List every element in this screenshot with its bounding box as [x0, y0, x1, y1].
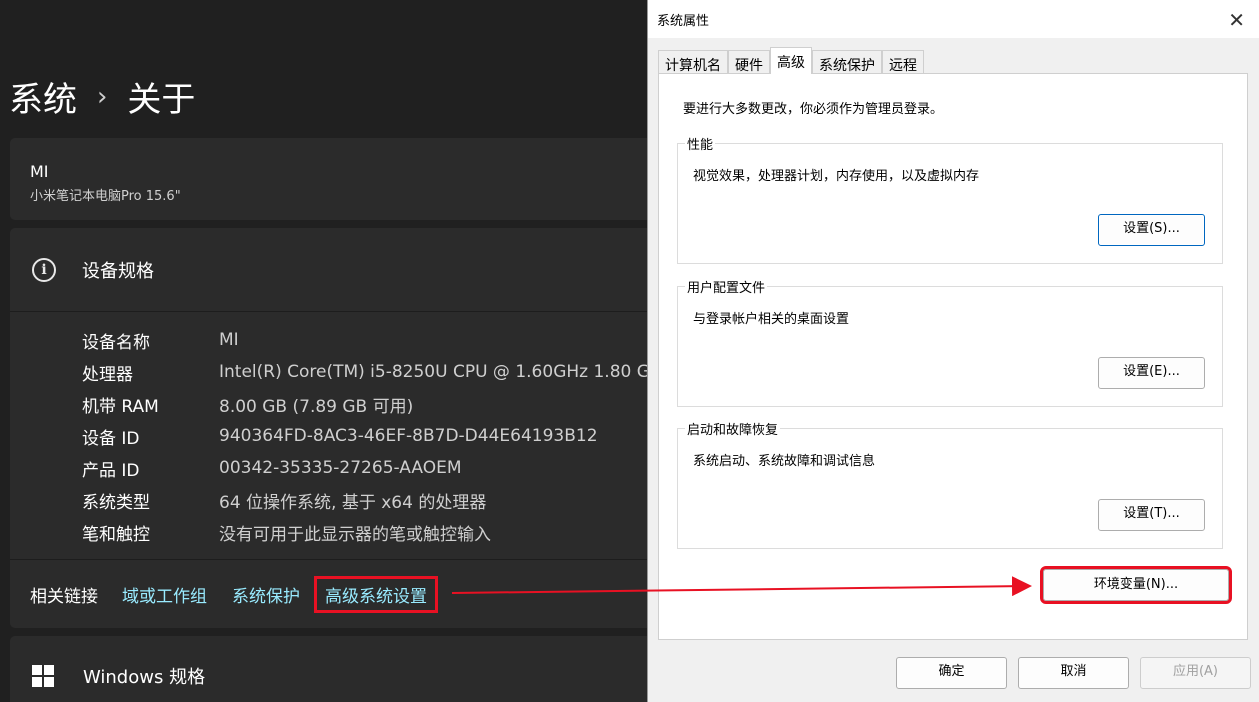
user-profiles-group: 用户配置文件 与登录帐户相关的桌面设置 设置(E)...	[677, 277, 1223, 407]
page-title: 关于	[127, 80, 196, 120]
group-title: 启动和故障恢复	[685, 419, 781, 438]
info-icon: i	[32, 257, 56, 282]
spec-value: 没有可用于此显示器的笔或触控输入	[219, 524, 491, 545]
system-protection-link[interactable]: 系统保护	[232, 582, 300, 607]
group-desc: 系统启动、系统故障和调试信息	[693, 454, 876, 469]
spec-key: 机带 RAM	[82, 396, 159, 417]
spec-key: 笔和触控	[82, 524, 150, 545]
admin-note: 要进行大多数更改，你必须作为管理员登录。	[683, 102, 944, 117]
dialog-titlebar[interactable]: 系统属性	[648, 0, 1259, 38]
dialog-title: 系统属性	[657, 13, 710, 29]
group-desc: 视觉效果，处理器计划，内存使用，以及虚拟内存	[693, 169, 980, 184]
spec-value: 00342-35335-27265-AAOEM	[219, 458, 462, 478]
system-properties-dialog: 系统属性 ✕ 计算机名 硬件 高级 系统保护 远程 要进行大多数更改，你必须作为…	[647, 0, 1259, 702]
spec-value: Intel(R) Core(TM) i5-8250U CPU @ 1.60GHz…	[219, 362, 672, 382]
group-title: 性能	[685, 134, 716, 153]
cancel-button[interactable]: 取消	[1018, 657, 1129, 689]
group-title: 用户配置文件	[685, 277, 768, 296]
spec-key: 处理器	[82, 364, 133, 385]
group-desc: 与登录帐户相关的桌面设置	[693, 312, 850, 327]
windows-spec-title: Windows 规格	[83, 667, 206, 688]
spec-key: 产品 ID	[82, 460, 140, 481]
spec-value: 940364FD-8AC3-46EF-8B7D-D44E64193B12	[219, 426, 598, 446]
performance-group: 性能 视觉效果，处理器计划，内存使用，以及虚拟内存 设置(S)...	[677, 134, 1223, 264]
windows-logo-icon	[32, 665, 54, 687]
spec-value: 64 位操作系统, 基于 x64 的处理器	[219, 492, 487, 513]
apply-button[interactable]: 应用(A)	[1140, 657, 1251, 689]
spec-key: 设备 ID	[82, 428, 140, 449]
tab-remote[interactable]: 远程	[882, 50, 924, 74]
tab-advanced[interactable]: 高级	[770, 47, 812, 74]
advanced-tab-page: 要进行大多数更改，你必须作为管理员登录。 性能 视觉效果，处理器计划，内存使用，…	[658, 73, 1248, 640]
ok-button[interactable]: 确定	[896, 657, 1007, 689]
spec-value: MI	[219, 330, 239, 350]
tab-system-protection[interactable]: 系统保护	[812, 50, 882, 74]
tab-hardware[interactable]: 硬件	[728, 50, 770, 74]
device-spec-title: 设备规格	[82, 260, 154, 282]
advanced-system-settings-link[interactable]: 高级系统设置	[314, 575, 438, 613]
performance-settings-button[interactable]: 设置(S)...	[1098, 214, 1205, 246]
spec-value: 8.00 GB (7.89 GB 可用)	[219, 396, 414, 417]
spec-key: 设备名称	[82, 332, 150, 353]
startup-recovery-group: 启动和故障恢复 系统启动、系统故障和调试信息 设置(T)...	[677, 419, 1223, 549]
breadcrumb-parent[interactable]: 系统	[9, 72, 77, 121]
tab-computer-name[interactable]: 计算机名	[658, 50, 728, 74]
related-links-label: 相关链接	[30, 586, 98, 607]
breadcrumb: 系统 › 关于	[9, 72, 195, 121]
user-profiles-settings-button[interactable]: 设置(E)...	[1098, 357, 1205, 389]
spec-key: 系统类型	[82, 492, 150, 513]
domain-workgroup-link[interactable]: 域或工作组	[122, 582, 207, 607]
startup-recovery-settings-button[interactable]: 设置(T)...	[1098, 499, 1205, 531]
breadcrumb-separator-icon: ›	[97, 81, 108, 112]
dialog-tabs: 计算机名 硬件 高级 系统保护 远程	[658, 47, 924, 74]
environment-variables-button[interactable]: 环境变量(N)...	[1040, 566, 1232, 604]
close-icon[interactable]: ✕	[1228, 8, 1245, 32]
